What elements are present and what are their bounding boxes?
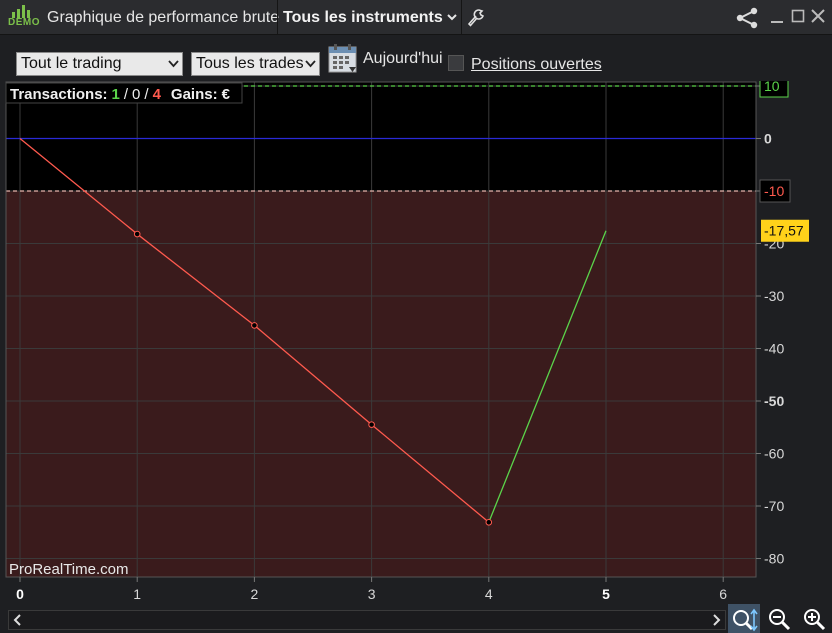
loss-zone (6, 191, 756, 577)
window-title: Graphique de performance brute (47, 9, 280, 26)
calendar-icon[interactable] (328, 44, 358, 74)
data-point (251, 322, 258, 329)
title-bar: DEMO Graphique de performance brute Tous… (0, 0, 832, 35)
y-tick-label: -10 (764, 183, 784, 199)
x-tick-label: 6 (719, 586, 727, 602)
date-range-label[interactable]: Aujourd'hui (363, 50, 443, 68)
y-tick-label: -60 (764, 446, 784, 462)
auto-zoom-icon[interactable] (730, 607, 758, 633)
chevron-down-icon (305, 60, 316, 68)
current-value-label: -17,57 (764, 223, 804, 239)
current-value-badge: -17,57 (761, 219, 809, 242)
prorealtime-logo: DEMO (8, 5, 42, 29)
transactions-label: Transactions: (10, 86, 108, 103)
y-tick-label: 10 (764, 81, 780, 94)
data-point (368, 421, 375, 428)
x-tick-label: 0 (16, 586, 24, 602)
zoom-out-icon[interactable] (767, 607, 793, 633)
x-tick-label: 4 (485, 586, 493, 602)
x-tick-label: 1 (133, 586, 141, 602)
title-separator (461, 0, 462, 34)
y-tick-label: 0 (764, 131, 772, 147)
x-tick-label: 5 (602, 586, 610, 602)
x-tick-label: 2 (251, 586, 259, 602)
trades-filter-value: Tous les trades (196, 55, 304, 72)
wins-count: 1 (112, 86, 120, 103)
y-tick-label: -70 (764, 498, 784, 514)
share-icon[interactable] (734, 6, 760, 30)
filter-toolbar: Tout le trading Tous les trades Aujourd'… (0, 35, 832, 81)
chevron-down-icon[interactable] (446, 10, 458, 24)
y-tick-label: -80 (764, 551, 784, 567)
y-tick-label: -50 (764, 393, 784, 409)
neutral-count: 0 (132, 86, 140, 103)
currency-label: € (222, 86, 231, 103)
chevron-down-icon (168, 60, 179, 68)
scroll-right-icon[interactable] (711, 614, 721, 626)
wrench-icon[interactable] (466, 8, 486, 28)
y-tick-label: -30 (764, 288, 784, 304)
horizontal-scrollbar[interactable] (8, 610, 726, 630)
instrument-selector[interactable]: Tous les instruments (283, 9, 443, 27)
losses-count: 4 (153, 86, 162, 103)
watermark: ProRealTime.com (9, 561, 128, 578)
open-positions-label[interactable]: Positions ouvertes (471, 56, 602, 74)
scroll-left-icon[interactable] (13, 614, 23, 626)
performance-chart: 10 0 -10 -20 -30 -40 -50 -60 -70 -80 0123456 -17,… (0, 74, 832, 611)
title-separator (277, 0, 278, 34)
trades-filter-select[interactable]: Tous les trades (191, 52, 320, 76)
open-positions-checkbox[interactable] (448, 55, 464, 71)
data-point (133, 230, 141, 238)
minimize-icon[interactable] (770, 8, 784, 24)
data-point (485, 518, 493, 526)
gains-label: Gains: (171, 86, 218, 103)
trading-filter-value: Tout le trading (21, 55, 122, 72)
demo-label: DEMO (8, 17, 40, 28)
close-icon[interactable] (810, 8, 826, 24)
info-box: Transactions: 1/0/4 Gains: € (5, 82, 243, 104)
trading-filter-select[interactable]: Tout le trading (16, 52, 183, 76)
y-tick-label: -40 (764, 341, 784, 357)
x-tick-label: 3 (368, 586, 376, 602)
zoom-in-icon[interactable] (802, 607, 830, 633)
performance-chart-svg: 100-10-20-30-40-50-60-70-80 0123456 -17,… (0, 74, 832, 611)
maximize-icon[interactable] (791, 8, 805, 24)
